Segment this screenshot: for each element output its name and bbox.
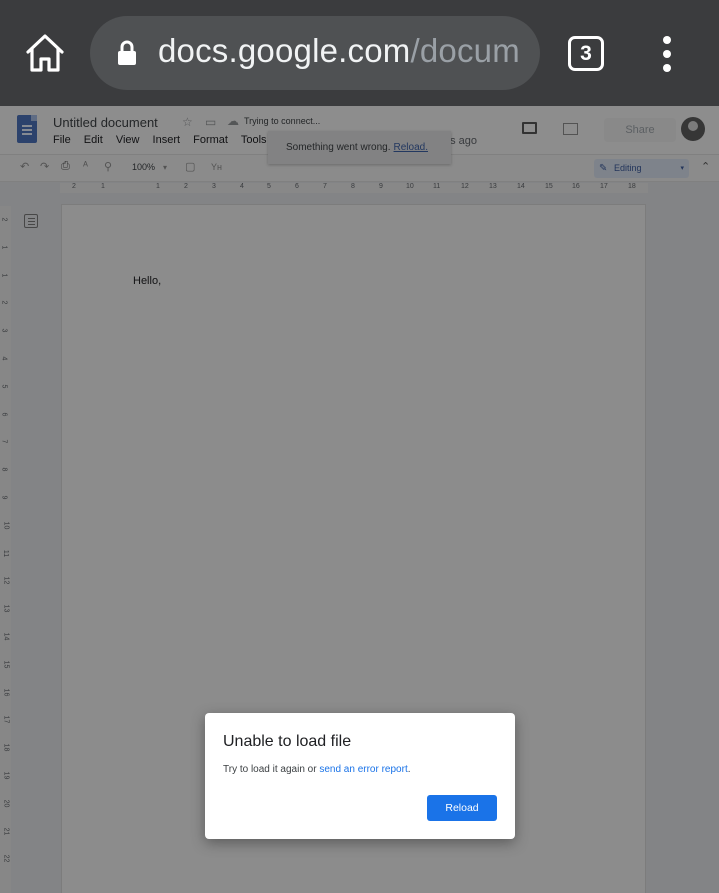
url-path: /docum: [410, 32, 520, 69]
more-vert-icon[interactable]: [660, 36, 674, 72]
dialog-body-text: Try to load it again or: [223, 764, 320, 775]
address-bar[interactable]: docs.google.com/docum: [90, 16, 540, 90]
browser-toolbar: docs.google.com/docum 3: [0, 0, 719, 106]
reload-button[interactable]: Reload: [427, 795, 497, 821]
home-icon[interactable]: [22, 30, 68, 76]
dialog-body: Try to load it again or send an error re…: [223, 764, 411, 775]
url-text: docs.google.com/docum: [158, 32, 520, 70]
lock-icon: [118, 40, 136, 65]
error-dialog: Unable to load file Try to load it again…: [205, 713, 515, 839]
dialog-body-suffix: .: [407, 764, 411, 775]
tab-switcher-button[interactable]: 3: [568, 36, 604, 71]
dialog-title: Unable to load file: [223, 733, 352, 750]
url-domain: docs.google.com: [158, 32, 411, 69]
send-error-report-link[interactable]: send an error report: [319, 764, 407, 775]
